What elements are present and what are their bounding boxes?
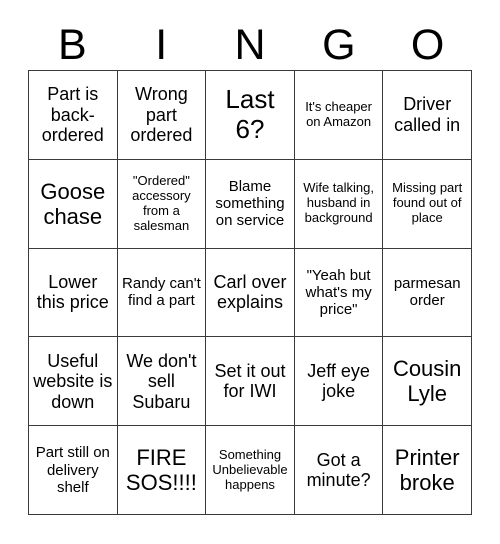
bingo-cell-text: Driver called in [394, 94, 461, 135]
bingo-cell-text: Wrong part ordered [130, 84, 193, 146]
bingo-cell-r2c1[interactable]: Goose chase [29, 159, 118, 249]
bingo-cell-text: Cousin Lyle [392, 356, 462, 407]
bingo-cell-r3c4[interactable]: "Yeah but what's my price" [294, 248, 384, 338]
bingo-cell-r3c3[interactable]: Carl over explains [206, 248, 295, 338]
bingo-cell-text: "Ordered" accessory from a salesman [132, 173, 191, 233]
bingo-cell-text: Lower this price [36, 271, 109, 313]
bingo-header: B I N G O [28, 20, 472, 70]
bingo-header-letter-b: B [58, 20, 87, 69]
bingo-cell-r5c5[interactable]: Printer broke [383, 426, 472, 515]
bingo-grid: Part is back-ordered Wrong part ordered La… [28, 70, 472, 515]
bingo-header-letter-o: O [410, 20, 445, 69]
bingo-cell-r5c3[interactable]: Something Unbelievable happens [206, 426, 295, 515]
bingo-cell-text: Blame something on service [215, 178, 285, 230]
bingo-cell-text: We don't sell Subaru [126, 350, 197, 412]
bingo-cell-r4c4[interactable]: Jeff eye joke [294, 337, 384, 427]
bingo-cell-text: "Yeah but what's my price" [305, 266, 372, 319]
bingo-cell-r3c5[interactable]: parmesan order [383, 248, 472, 338]
bingo-cell-r5c2[interactable]: FIRE SOS!!!! [117, 426, 207, 515]
bingo-cell-r4c2[interactable]: We don't sell Subaru [117, 337, 207, 427]
bingo-cell-text: Part still on delivery shelf [35, 444, 110, 496]
bingo-cell-r1c4[interactable]: It's cheaper on Amazon [294, 71, 384, 160]
bingo-cell-r1c3[interactable]: Last 6? [206, 71, 295, 160]
bingo-cell-r5c4[interactable]: Got a minute? [294, 426, 384, 515]
bingo-header-letter-i: I [155, 20, 168, 69]
bingo-cell-r2c4[interactable]: Wife talking, husband in background [294, 159, 384, 249]
bingo-cell-r1c1[interactable]: Part is back-ordered [29, 71, 118, 160]
bingo-cell-r1c5[interactable]: Driver called in [383, 71, 472, 160]
bingo-cell-r4c1[interactable]: Useful website is down [29, 337, 118, 427]
bingo-cell-text: Useful website is down [33, 350, 113, 412]
bingo-cell-text: Part is back-ordered [41, 84, 104, 146]
bingo-cell-text: Missing part found out of place [392, 180, 463, 226]
bingo-header-letter-n: N [234, 20, 266, 69]
bingo-cell-r3c2[interactable]: Randy can't find a part [117, 248, 207, 338]
bingo-cell-text: Got a minute? [306, 449, 371, 491]
bingo-header-letter-g: G [322, 20, 356, 69]
bingo-cell-text: Goose chase [40, 178, 106, 229]
bingo-cell-text: FIRE SOS!!!! [125, 445, 197, 496]
bingo-cell-r2c3[interactable]: Blame something on service [206, 159, 295, 249]
bingo-cell-text: Last 6? [225, 84, 275, 144]
bingo-cell-text: parmesan order [393, 275, 461, 310]
bingo-cell-r4c5[interactable]: Cousin Lyle [383, 337, 472, 427]
bingo-cell-text: Set it out for IWI [214, 360, 286, 402]
bingo-cell-r1c2[interactable]: Wrong part ordered [117, 71, 207, 160]
bingo-cell-r5c1[interactable]: Part still on delivery shelf [29, 426, 118, 515]
bingo-cell-text: Jeff eye joke [307, 360, 370, 402]
bingo-cell-text: Carl over explains [213, 271, 287, 313]
bingo-cell-r3c1[interactable]: Lower this price [29, 248, 118, 338]
bingo-cell-r2c2[interactable]: "Ordered" accessory from a salesman [117, 159, 207, 249]
bingo-cell-r2c5[interactable]: Missing part found out of place [383, 159, 472, 249]
bingo-cell-r4c3[interactable]: Set it out for IWI [206, 337, 295, 427]
bingo-cell-text: Something Unbelievable happens [212, 446, 288, 492]
bingo-card: B I N G O Part is back-ordered Wrong part… [0, 0, 500, 544]
bingo-cell-text: Wife talking, husband in background [303, 180, 374, 226]
bingo-cell-text: It's cheaper on Amazon [305, 99, 372, 129]
bingo-cell-text: Randy can't find a part [122, 275, 201, 310]
bingo-cell-text: Printer broke [394, 445, 460, 496]
